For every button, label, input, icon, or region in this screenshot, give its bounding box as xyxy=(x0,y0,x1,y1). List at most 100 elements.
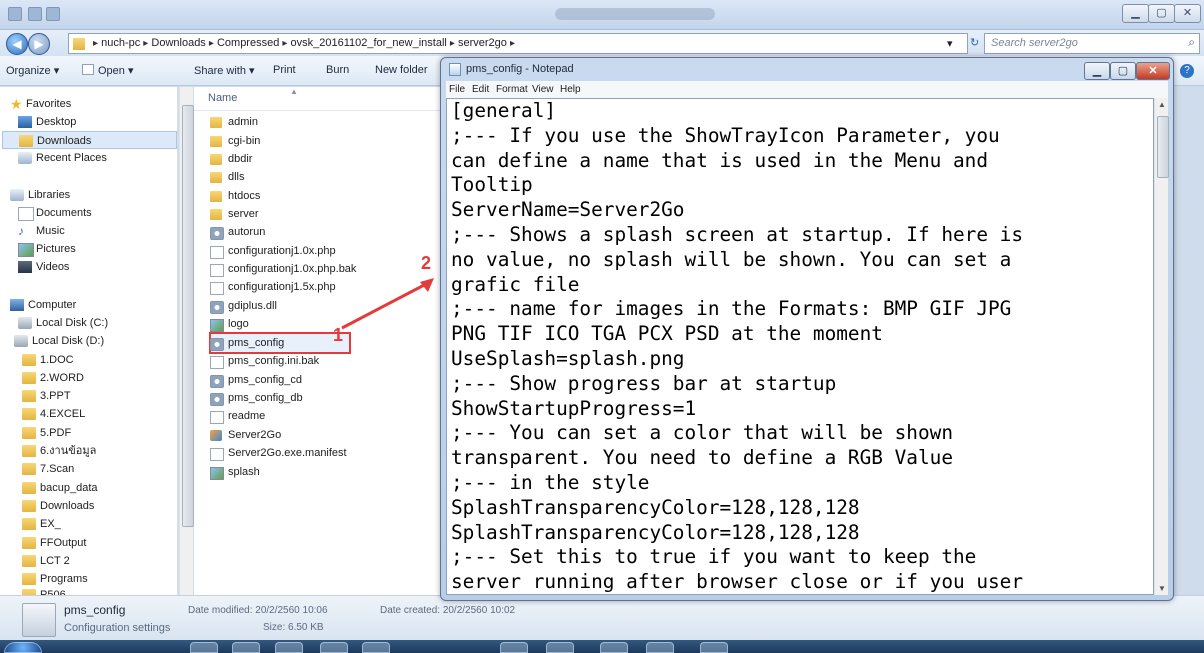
properties-icon[interactable] xyxy=(28,7,42,21)
open-button[interactable]: Open ▾ xyxy=(98,64,134,77)
nav-videos[interactable]: Videos xyxy=(0,258,178,276)
nav-recent-places[interactable]: Recent Places xyxy=(0,149,178,167)
file-row[interactable]: pms_config_cd xyxy=(207,371,440,390)
file-row[interactable]: htdocs xyxy=(207,187,440,206)
file-row[interactable]: configurationj1.0x.php xyxy=(207,242,440,261)
text-line: ServerName=Server2Go xyxy=(451,198,685,222)
taskbar-app-icon[interactable] xyxy=(275,642,303,653)
file-row[interactable]: Server2Go xyxy=(207,426,440,445)
nav-favorites[interactable]: ★ Favorites xyxy=(0,95,178,113)
libraries-icon xyxy=(10,189,24,201)
address-crumbs[interactable]: ▸ nuch-pc ▸ Downloads ▸ Compressed ▸ ovs… xyxy=(93,37,515,49)
address-dropdown-icon[interactable]: ▾ xyxy=(947,37,953,50)
scrollbar-thumb[interactable] xyxy=(1157,116,1169,178)
scroll-up-icon[interactable]: ▲ xyxy=(1158,100,1166,109)
start-button[interactable] xyxy=(4,642,42,653)
taskbar-app-icon[interactable] xyxy=(600,642,628,653)
nav-folder[interactable]: 4.EXCEL xyxy=(0,405,178,423)
nav-folder[interactable]: 6.งานข้อมูล xyxy=(0,442,178,460)
maximize-button[interactable]: ▢ xyxy=(1148,4,1175,23)
notepad-close-button[interactable]: ✕ xyxy=(1136,62,1170,80)
refresh-icon[interactable]: ↻ xyxy=(970,36,979,49)
search-input[interactable]: Search server2go ⌕ xyxy=(984,33,1200,54)
crumb-server2go[interactable]: server2go xyxy=(458,37,507,49)
organize-button[interactable]: Organize ▾ xyxy=(6,64,59,77)
file-row[interactable]: splash xyxy=(207,463,440,482)
taskbar-app-icon[interactable] xyxy=(500,642,528,653)
share-button[interactable]: Share with ▾ xyxy=(194,64,255,77)
nav-documents[interactable]: Documents xyxy=(0,204,178,222)
taskbar-app-icon[interactable] xyxy=(362,642,390,653)
crumb-ovsk[interactable]: ovsk_20161102_for_new_install xyxy=(290,37,446,49)
nav-computer[interactable]: Computer xyxy=(0,296,178,314)
file-row[interactable]: pms_config_db xyxy=(207,389,440,408)
taskbar-app-icon[interactable] xyxy=(232,642,260,653)
notepad-minimize-button[interactable]: ▁ xyxy=(1084,62,1110,80)
menu-edit[interactable]: Edit xyxy=(472,81,489,98)
menu-format[interactable]: Format xyxy=(496,81,528,98)
close-button[interactable]: ✕ xyxy=(1174,4,1201,23)
window-icon[interactable] xyxy=(8,7,22,21)
menu-file[interactable]: File xyxy=(449,81,465,98)
taskbar-app-icon[interactable] xyxy=(320,642,348,653)
scroll-down-icon[interactable]: ▼ xyxy=(1158,584,1166,593)
column-header[interactable]: Name ▲ xyxy=(194,87,440,111)
minimize-button[interactable]: ▁ xyxy=(1122,4,1149,23)
address-bar[interactable]: ▸ nuch-pc ▸ Downloads ▸ Compressed ▸ ovs… xyxy=(68,33,968,54)
notepad-scrollbar[interactable]: ▲ ▼ xyxy=(1154,98,1169,595)
search-icon[interactable]: ⌕ xyxy=(1188,35,1195,50)
file-row[interactable]: Server2Go.exe.manifest xyxy=(207,444,440,463)
scrollbar-thumb[interactable] xyxy=(182,105,194,527)
file-row[interactable]: server xyxy=(207,205,440,224)
nav-folder[interactable]: 2.WORD xyxy=(0,369,178,387)
file-row[interactable]: pms_config.ini.bak xyxy=(207,352,440,371)
notepad-menu-bar: File Edit Format View Help xyxy=(446,81,1168,98)
crumb-downloads[interactable]: Downloads xyxy=(151,37,205,49)
help-icon[interactable]: ? xyxy=(1180,64,1194,78)
nav-scrollbar[interactable] xyxy=(179,87,194,595)
back-button[interactable]: ◀ xyxy=(6,33,28,55)
nav-folder[interactable]: EX_ xyxy=(0,515,178,533)
new-folder-button[interactable]: New folder xyxy=(375,64,428,76)
nav-downloads[interactable]: Downloads xyxy=(2,131,177,149)
taskbar-app-icon[interactable] xyxy=(190,642,218,653)
nav-folder[interactable]: P506 xyxy=(0,586,178,595)
nav-folder[interactable]: 7.Scan xyxy=(0,460,178,478)
file-row[interactable]: readme xyxy=(207,407,440,426)
notepad-maximize-button[interactable]: ▢ xyxy=(1110,62,1136,80)
nav-desktop[interactable]: Desktop xyxy=(0,113,178,131)
menu-view[interactable]: View xyxy=(532,81,554,98)
nav-folder[interactable]: Downloads xyxy=(0,497,178,515)
file-row[interactable]: cgi-bin xyxy=(207,132,440,151)
file-row[interactable]: dbdir xyxy=(207,150,440,169)
nav-folder[interactable]: 5.PDF xyxy=(0,424,178,442)
file-row[interactable]: autorun xyxy=(207,223,440,242)
crumb-computer[interactable]: nuch-pc xyxy=(101,37,140,49)
menu-help[interactable]: Help xyxy=(560,81,581,98)
nav-libraries[interactable]: Libraries xyxy=(0,186,178,204)
file-row[interactable]: dlls xyxy=(207,168,440,187)
nav-music[interactable]: ♪ Music xyxy=(0,222,178,240)
file-row[interactable]: admin xyxy=(207,113,440,132)
file-icon xyxy=(210,448,224,461)
nav-folder[interactable]: FFOutput xyxy=(0,534,178,552)
nav-folder[interactable]: 1.DOC xyxy=(0,351,178,369)
print-button[interactable]: Print xyxy=(273,64,296,76)
nav-folder[interactable]: 3.PPT xyxy=(0,387,178,405)
column-name[interactable]: Name xyxy=(208,92,237,104)
nav-pictures[interactable]: Pictures xyxy=(0,240,178,258)
nav-folder[interactable]: bacup_data xyxy=(0,479,178,497)
open-icon[interactable] xyxy=(82,64,94,75)
taskbar-app-icon[interactable] xyxy=(646,642,674,653)
taskbar-app-icon[interactable] xyxy=(546,642,574,653)
nav-folder[interactable]: LCT 2 xyxy=(0,552,178,570)
taskbar-app-icon[interactable] xyxy=(700,642,728,653)
notepad-icon[interactable] xyxy=(449,63,461,76)
notepad-text-area[interactable]: [general] ;--- If you use the ShowTrayIc… xyxy=(446,98,1154,595)
crumb-compressed[interactable]: Compressed xyxy=(217,37,279,49)
burn-button[interactable]: Burn xyxy=(326,64,349,76)
forward-button[interactable]: ▶ xyxy=(28,33,50,55)
nav-local-disk-d[interactable]: Local Disk (D:) xyxy=(0,332,178,350)
nav-local-disk-c[interactable]: Local Disk (C:) xyxy=(0,314,178,332)
undo-icon[interactable] xyxy=(46,7,60,21)
